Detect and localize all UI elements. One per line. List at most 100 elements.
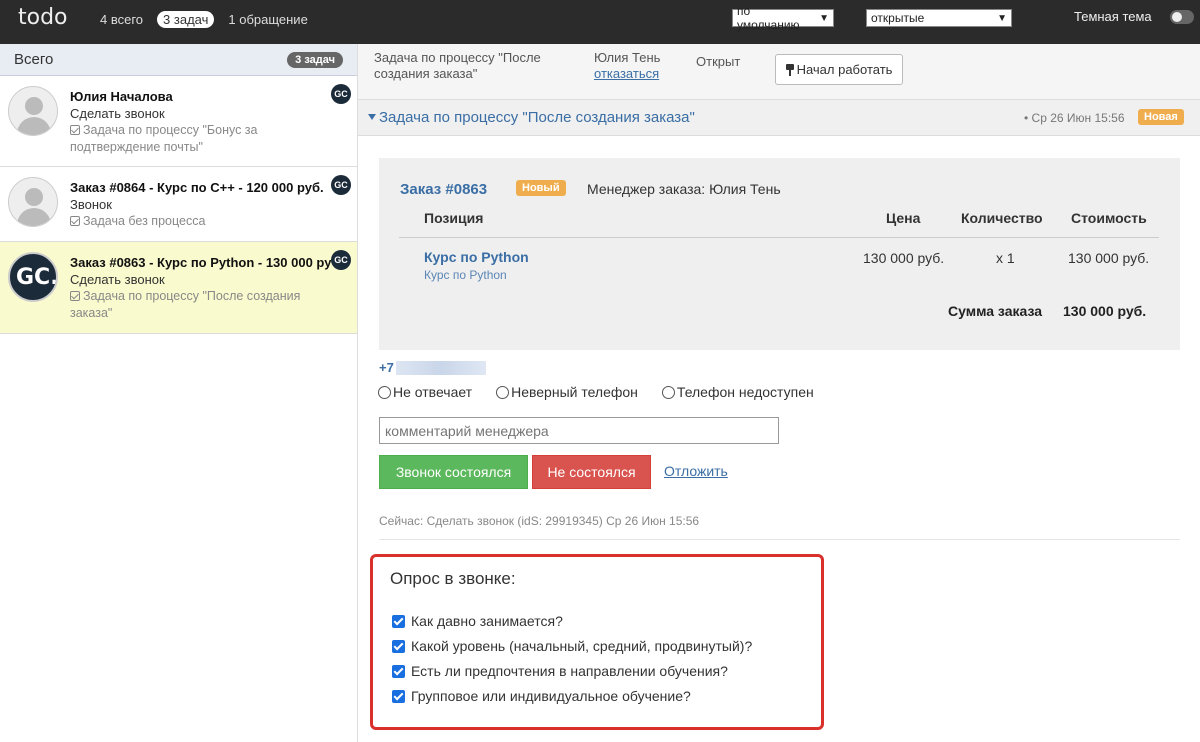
gc-avatar-icon: GC. bbox=[8, 252, 58, 302]
row-cost: 130 000 руб. bbox=[1068, 250, 1150, 266]
row-quantity: x 1 bbox=[996, 250, 1015, 266]
gc-logo-icon: GC bbox=[331, 84, 351, 104]
survey-question[interactable]: Групповое или индивидуальное обучение? bbox=[392, 688, 691, 704]
nav-requests[interactable]: 1 обращение bbox=[228, 12, 307, 27]
checkbox-icon bbox=[70, 125, 80, 135]
task-sidebar: Всего 3 задач GC Юлия Началова Сделать з… bbox=[0, 44, 358, 742]
radio-label: Неверный телефон bbox=[511, 384, 638, 400]
row-price: 130 000 руб. bbox=[863, 250, 945, 266]
order-sum-label: Сумма заказа bbox=[948, 303, 1043, 319]
survey-question[interactable]: Какой уровень (начальный, средний, продв… bbox=[392, 638, 752, 654]
order-manager: Менеджер заказа: Юлия Тень bbox=[587, 181, 781, 197]
refuse-link[interactable]: отказаться bbox=[594, 66, 659, 81]
col-position: Позиция bbox=[424, 210, 484, 226]
start-work-button[interactable]: Начал работать bbox=[775, 54, 903, 85]
sidebar-header: Всего 3 задач bbox=[0, 44, 357, 76]
task-list-item[interactable]: GC Заказ #0864 - Курс по C++ - 120 000 р… bbox=[0, 167, 357, 242]
task-title: Заказ #0864 - Курс по C++ - 120 000 руб. bbox=[70, 180, 324, 195]
col-cost: Стоимость bbox=[1071, 210, 1147, 226]
theme-label: Темная тема bbox=[1074, 9, 1152, 24]
process-section-title[interactable]: Задача по процессу "После создания заказ… bbox=[368, 109, 695, 126]
checkbox-checked-icon[interactable] bbox=[392, 614, 405, 628]
phone-number[interactable]: +7 bbox=[379, 360, 486, 375]
manager-comment-input[interactable] bbox=[379, 417, 779, 444]
filter-select-value: открытые bbox=[871, 11, 925, 25]
call-failed-button[interactable]: Не состоялся bbox=[532, 455, 651, 489]
nav-tasks[interactable]: 3 задач bbox=[157, 11, 215, 28]
call-done-button[interactable]: Звонок состоялся bbox=[379, 455, 528, 489]
task-process-text: Задача без процесса bbox=[83, 214, 206, 228]
assignee-name: Юлия Тень bbox=[594, 50, 661, 65]
start-work-label: Начал работать bbox=[796, 62, 893, 77]
top-nav: 4 всего 3 задач 1 обращение bbox=[100, 11, 308, 28]
chevron-down-icon: ▼ bbox=[819, 12, 829, 24]
radio-no-answer[interactable]: Не отвечает bbox=[378, 384, 472, 400]
radio-unavailable[interactable]: Телефон недоступен bbox=[661, 384, 814, 400]
checkbox-checked-icon[interactable] bbox=[392, 639, 405, 653]
process-section-title-text: Задача по процессу "После создания заказ… bbox=[379, 109, 695, 126]
question-text: Групповое или индивидуальное обучение? bbox=[411, 688, 691, 704]
avatar-placeholder-icon bbox=[8, 86, 58, 136]
radio-label: Не отвечает bbox=[393, 384, 473, 400]
radio-button[interactable] bbox=[496, 385, 510, 399]
task-action: Сделать звонок bbox=[70, 106, 165, 121]
phone-prefix: +7 bbox=[379, 360, 394, 375]
survey-question[interactable]: Как давно занимается? bbox=[392, 613, 563, 629]
task-process-text: Задача по процессу "Бонус за подтвержден… bbox=[70, 123, 258, 154]
survey-question[interactable]: Есть ли предпочтения в направлении обуче… bbox=[392, 663, 728, 679]
task-action: Звонок bbox=[70, 197, 112, 212]
task-header-title: Задача по процессу "После создания заказ… bbox=[374, 50, 541, 81]
phone-blurred bbox=[395, 360, 486, 375]
avatar-text: GC. bbox=[16, 265, 58, 290]
task-assignee: Юлия Тень отказаться bbox=[594, 50, 660, 82]
task-action: Сделать звонок bbox=[70, 272, 165, 287]
table-divider bbox=[399, 237, 1159, 238]
radio-wrong-number[interactable]: Неверный телефон bbox=[496, 384, 638, 400]
task-status: Открыт bbox=[696, 54, 741, 69]
call-result-radios: Не отвечает Неверный телефон Телефон нед… bbox=[378, 384, 814, 400]
course-subtitle: Курс по Python bbox=[424, 268, 507, 282]
survey-title: Опрос в звонке: bbox=[390, 569, 516, 588]
divider bbox=[379, 539, 1180, 540]
task-list-item[interactable]: GC Юлия Началова Сделать звонок Задача п… bbox=[0, 76, 357, 167]
task-process: Задача по процессу "После создания заказ… bbox=[70, 288, 331, 322]
checkbox-checked-icon[interactable] bbox=[392, 664, 405, 678]
caret-down-icon bbox=[368, 114, 376, 120]
checkbox-icon bbox=[70, 216, 80, 226]
app-logo[interactable]: todo bbox=[18, 5, 68, 30]
task-process: Задача по процессу "Бонус за подтвержден… bbox=[70, 122, 331, 156]
radio-button[interactable] bbox=[378, 385, 391, 399]
order-number-link[interactable]: Заказ #0863 bbox=[400, 181, 487, 198]
task-title: Юлия Началова bbox=[70, 89, 173, 104]
radio-label: Телефон недоступен bbox=[676, 384, 814, 400]
course-link[interactable]: Курс по Python bbox=[424, 249, 529, 265]
dark-theme-toggle[interactable] bbox=[1170, 10, 1194, 24]
task-list-item-active[interactable]: GC. GC Заказ #0863 - Курс по Python - 13… bbox=[0, 242, 357, 334]
task-count-badge: 3 задач bbox=[287, 51, 343, 68]
nav-all[interactable]: 4 всего bbox=[100, 12, 143, 27]
checkbox-icon bbox=[70, 291, 80, 301]
process-section-header[interactable]: Задача по процессу "После создания заказ… bbox=[358, 100, 1200, 136]
current-step-info: Сейчас: Сделать звонок (idS: 29919345) С… bbox=[379, 514, 700, 528]
task-process-text: Задача по процессу "После создания заказ… bbox=[70, 289, 301, 320]
filter-select[interactable]: открытые ▼ bbox=[866, 9, 1012, 27]
col-price: Цена bbox=[886, 210, 921, 226]
col-quantity: Количество bbox=[961, 210, 1043, 226]
sidebar-title: Всего bbox=[14, 51, 54, 68]
task-title: Заказ #0863 - Курс по Python - 130 000 р… bbox=[70, 255, 331, 270]
checkbox-checked-icon[interactable] bbox=[392, 689, 405, 703]
sort-select-value: по умолчанию bbox=[737, 4, 800, 32]
order-card: Заказ #0863 Новый Менеджер заказа: Юлия … bbox=[379, 158, 1180, 350]
sort-select[interactable]: по умолчанию ▼ bbox=[732, 4, 834, 32]
call-survey: Опрос в звонке: Как давно занимается? Ка… bbox=[370, 554, 824, 730]
postpone-link[interactable]: Отложить bbox=[664, 463, 728, 479]
status-badge: Новая bbox=[1138, 109, 1184, 125]
pin-icon bbox=[785, 64, 794, 76]
top-bar: todo 4 всего 3 задач 1 обращение по умол… bbox=[0, 0, 1200, 44]
task-header: Задача по процессу "После создания заказ… bbox=[358, 44, 1200, 100]
task-process: Задача без процесса bbox=[70, 213, 331, 230]
order-status-badge: Новый bbox=[516, 180, 566, 196]
avatar-placeholder-icon bbox=[8, 177, 58, 227]
radio-button[interactable] bbox=[661, 385, 675, 399]
question-text: Какой уровень (начальный, средний, продв… bbox=[411, 638, 753, 654]
